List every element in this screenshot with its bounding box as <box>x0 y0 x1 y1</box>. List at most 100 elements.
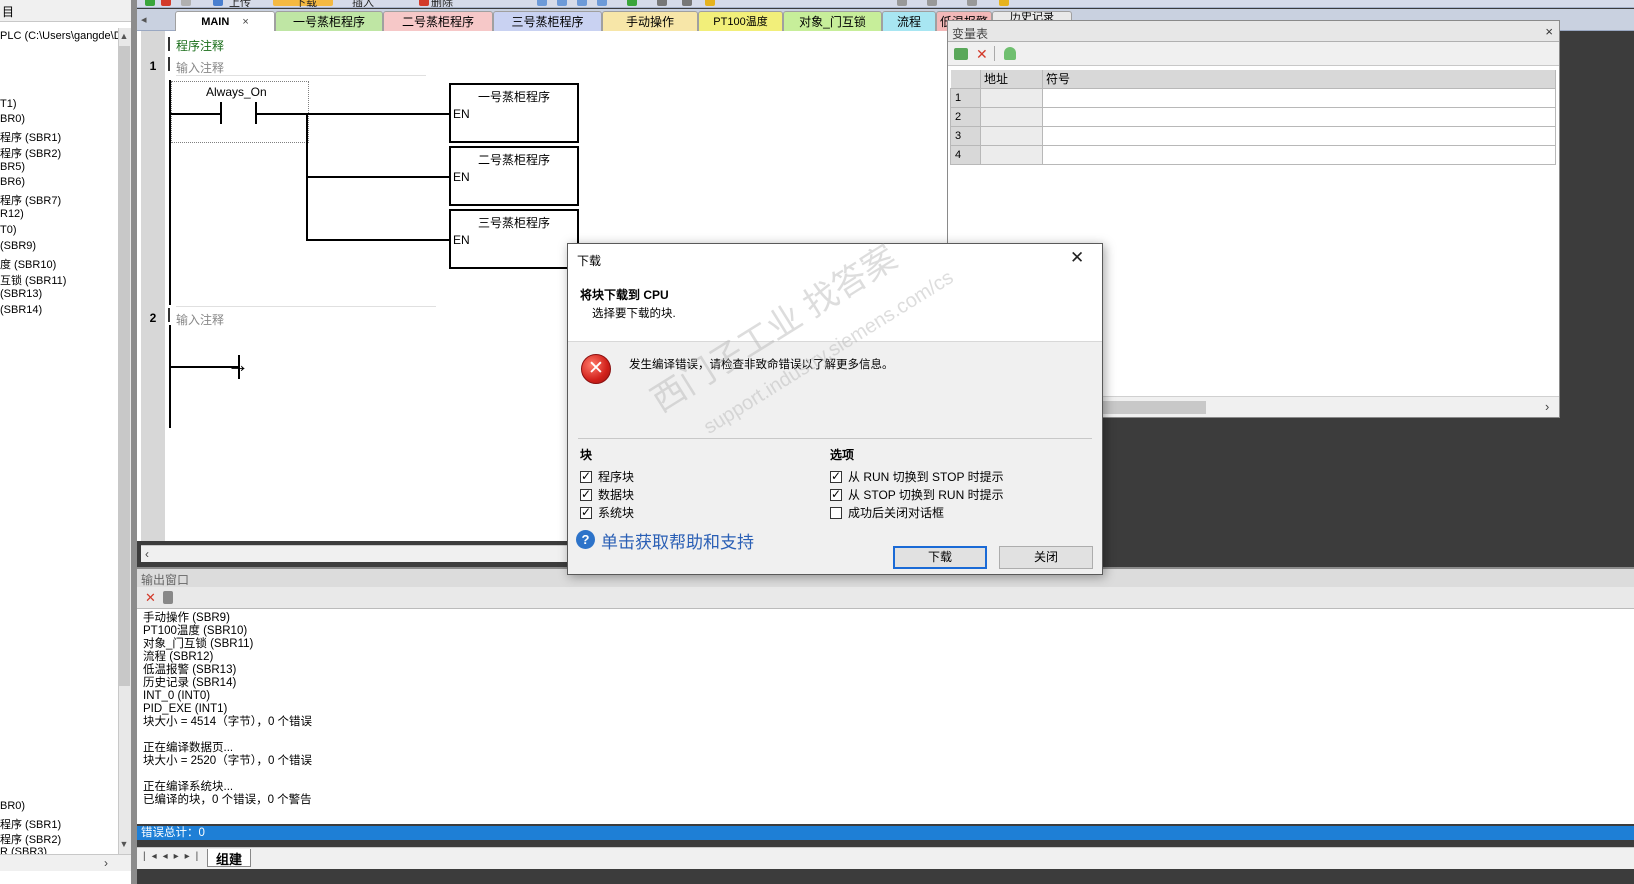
delete-button[interactable]: 删除 <box>431 0 453 7</box>
tab-door-interlock[interactable]: 对象_门互锁 <box>783 11 882 31</box>
tab-program-2[interactable]: 二号蒸柜程序 <box>383 11 493 31</box>
delete-row-icon[interactable]: ✕ <box>976 46 988 63</box>
tree-item[interactable]: BR6) <box>0 176 120 192</box>
download-button[interactable]: 下载 <box>295 0 317 7</box>
tab-pt100-temperature[interactable]: PT100温度 <box>698 11 783 31</box>
tree-item[interactable]: R (SBR3) <box>0 846 120 854</box>
symbol-cell[interactable] <box>1042 106 1556 127</box>
toolbar-icon[interactable] <box>999 0 1009 6</box>
project-root-item[interactable]: PLC (C:\Users\gangde\D <box>0 30 120 46</box>
row-number[interactable]: 1 <box>950 87 981 108</box>
tree-item[interactable]: 程序 (SBR1) <box>0 129 120 145</box>
row-number[interactable]: 3 <box>950 125 981 146</box>
rung-comment[interactable]: 输入注释 <box>176 311 224 328</box>
bulb-icon[interactable] <box>1004 47 1016 60</box>
scroll-left-icon[interactable]: ‹ <box>145 547 149 561</box>
checkbox-icon[interactable] <box>580 505 592 519</box>
tree-item[interactable]: T0) <box>0 224 120 240</box>
tab-close-icon[interactable]: × <box>242 16 248 28</box>
checkbox-icon[interactable] <box>830 507 842 519</box>
tree-item[interactable]: R12) <box>0 208 120 224</box>
tree-item[interactable]: (SBR13) <box>0 288 120 304</box>
tree-item[interactable]: BR0) <box>0 800 120 816</box>
toolbar-icon[interactable] <box>597 0 607 6</box>
column-header-symbol[interactable]: 符号 <box>1042 70 1556 88</box>
tree-item[interactable]: 程序 (SBR2) <box>0 831 120 847</box>
checkbox-icon[interactable] <box>580 469 592 483</box>
tree-item[interactable]: T1) <box>0 98 120 114</box>
address-cell[interactable] <box>980 125 1043 146</box>
help-link[interactable]: 单击获取帮助和支持 <box>601 528 754 553</box>
checkbox-run-to-stop[interactable]: 从 RUN 切换到 STOP 时提示 <box>830 468 1004 485</box>
scroll-up-icon[interactable]: ▲ <box>118 30 130 42</box>
tree-item[interactable]: (SBR9) <box>0 240 120 256</box>
rung-comment[interactable]: 输入注释 <box>176 59 224 76</box>
tree-item[interactable]: 度 (SBR10) <box>0 256 120 272</box>
tab-program-3[interactable]: 三号蒸柜程序 <box>493 11 602 31</box>
output-text-area[interactable]: 手动操作 (SBR9) PT100温度 (SBR10) 对象_门互锁 (SBR1… <box>137 609 1634 824</box>
tab-program-1[interactable]: 一号蒸柜程序 <box>275 11 383 31</box>
tab-navigation-arrows[interactable]: |◂◂▸▸| <box>143 851 204 862</box>
checkbox-stop-to-run[interactable]: 从 STOP 切换到 RUN 时提示 <box>830 486 1004 503</box>
scroll-right-icon[interactable]: › <box>1545 399 1549 414</box>
call-box-program-2[interactable]: 二号蒸柜程序 EN <box>449 146 579 206</box>
toolbar-icon[interactable] <box>682 0 692 6</box>
program-comment[interactable]: 程序注释 <box>176 37 224 54</box>
tab-process-flow[interactable]: 流程 <box>882 11 936 31</box>
compile-icon[interactable] <box>145 0 155 6</box>
tree-item[interactable]: BR0) <box>0 113 120 129</box>
call-box-program-1[interactable]: 一号蒸柜程序 EN <box>449 83 579 143</box>
toolbar-icon[interactable] <box>557 0 567 6</box>
symbol-cell[interactable] <box>1042 144 1556 165</box>
close-icon[interactable]: × <box>1545 24 1553 39</box>
column-header-address[interactable]: 地址 <box>980 70 1043 88</box>
tab-build[interactable]: 组建 <box>207 849 252 867</box>
close-button[interactable]: 关闭 <box>999 546 1093 569</box>
stop-icon[interactable] <box>161 0 171 6</box>
tree-horizontal-scrollbar[interactable]: › <box>0 854 131 871</box>
tree-item[interactable]: 程序 (SBR2) <box>0 145 120 161</box>
tab-scroll-left-icon[interactable]: ◂ <box>141 13 147 26</box>
checkbox-system-block[interactable]: 系统块 <box>580 504 634 521</box>
address-cell[interactable] <box>980 106 1043 127</box>
address-cell[interactable] <box>980 87 1043 108</box>
toolbar-icon[interactable] <box>577 0 587 6</box>
tree-item[interactable]: BR5) <box>0 161 120 177</box>
scroll-right-icon[interactable]: › <box>104 856 108 870</box>
close-icon[interactable]: ✕ <box>1070 248 1084 268</box>
tree-item[interactable]: (SBR14) <box>0 304 120 320</box>
insert-row-icon[interactable] <box>954 48 968 60</box>
clear-output-icon[interactable]: ✕ <box>145 590 156 606</box>
tree-item[interactable]: 程序 (SBR1) <box>0 816 120 832</box>
tree-item[interactable]: 程序 (SBR7) <box>0 192 120 208</box>
delete-icon[interactable] <box>419 0 429 6</box>
toolbar-icon[interactable] <box>967 0 977 6</box>
address-cell[interactable] <box>980 144 1043 165</box>
checkbox-program-block[interactable]: 程序块 <box>580 468 634 485</box>
scroll-down-icon[interactable]: ▼ <box>118 838 130 850</box>
symbol-cell[interactable] <box>1042 87 1556 108</box>
checkbox-close-on-success[interactable]: 成功后关闭对话框 <box>830 504 944 521</box>
toolbar-icon[interactable] <box>927 0 937 6</box>
scrollbar-thumb[interactable] <box>1103 401 1206 414</box>
checkbox-icon[interactable] <box>580 487 592 501</box>
help-icon[interactable]: ? <box>576 530 595 549</box>
toolbar-icon[interactable] <box>537 0 547 6</box>
upload-icon[interactable] <box>213 0 223 6</box>
toolbar-icon[interactable] <box>627 0 637 6</box>
toolbar-icon[interactable] <box>705 0 715 6</box>
download-button[interactable]: 下载 <box>893 546 987 569</box>
symbol-cell[interactable] <box>1042 125 1556 146</box>
toolbar-icon[interactable] <box>657 0 667 6</box>
insert-button[interactable]: 插入 <box>352 0 374 7</box>
checkbox-data-block[interactable]: 数据块 <box>580 486 634 503</box>
tab-manual-operation[interactable]: 手动操作 <box>602 11 698 31</box>
toolbar-icon[interactable] <box>897 0 907 6</box>
checkbox-icon[interactable] <box>830 469 842 483</box>
document-icon[interactable] <box>181 0 191 6</box>
tab-main[interactable]: MAIN × <box>175 11 275 31</box>
upload-button[interactable]: 上传 <box>229 0 251 7</box>
row-number[interactable]: 4 <box>950 144 981 165</box>
output-status-line[interactable]: 错误总计：0 <box>137 826 1634 840</box>
tree-item[interactable]: 互锁 (SBR11) <box>0 272 120 288</box>
